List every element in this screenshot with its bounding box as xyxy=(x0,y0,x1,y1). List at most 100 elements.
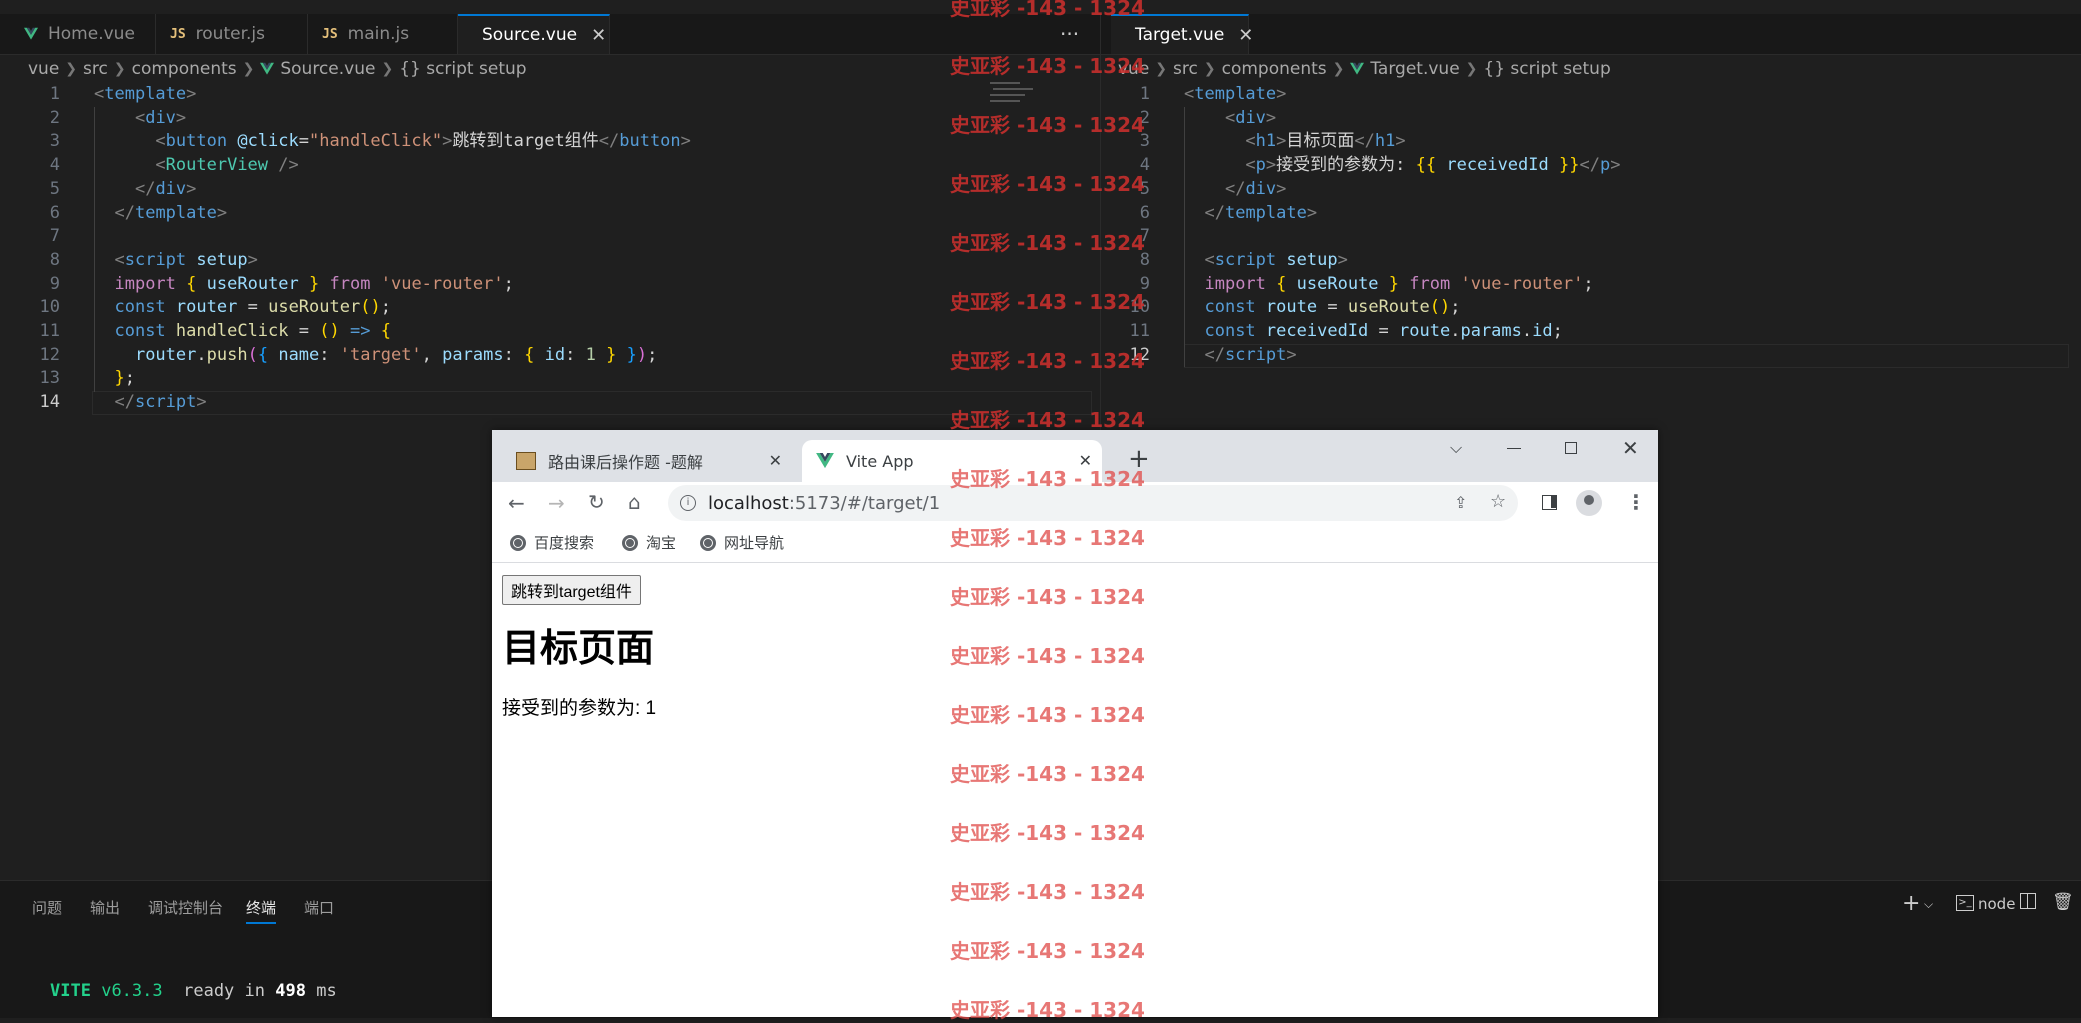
bookmark-label: 淘宝 xyxy=(646,534,677,552)
share-icon[interactable]: ⇪ xyxy=(1454,493,1467,512)
tab-router-js[interactable]: JS router.js xyxy=(156,14,308,54)
watermark: 史亚彩 -143 - 1324 xyxy=(950,585,1145,609)
tab-source-vue[interactable]: Source.vue ✕ xyxy=(458,14,610,54)
back-icon[interactable]: ← xyxy=(508,493,525,513)
vue-icon xyxy=(260,62,275,75)
line-number: 6 xyxy=(49,202,60,223)
reload-icon[interactable]: ↻ xyxy=(588,492,605,512)
globe-icon xyxy=(510,534,526,551)
code-right[interactable]: <template> <div> <h1>目标页面</h1> <p>接受到的参数… xyxy=(1184,83,1620,367)
panel-tab-problems[interactable]: 问题 xyxy=(32,897,62,918)
chevron-down-icon[interactable]: ⌵ xyxy=(1924,897,1933,912)
right-editor-tabbar: Target.vue ✕ xyxy=(1101,14,2081,55)
panel-tab-debug-console[interactable]: 调试控制台 xyxy=(148,897,223,918)
bookmark-nav[interactable]: 网址导航 xyxy=(700,532,784,553)
minimap-left[interactable] xyxy=(985,80,1045,110)
watermark: 史亚彩 -143 - 1324 xyxy=(950,172,1145,196)
forward-icon[interactable]: → xyxy=(548,493,565,513)
home-icon[interactable]: ⌂ xyxy=(628,492,641,512)
browser-tab-solution[interactable]: 路由课后操作题 -题解 ✕ xyxy=(502,440,792,482)
line-number: 12 xyxy=(39,344,60,365)
bookmark-baidu[interactable]: 百度搜索 xyxy=(510,532,594,553)
page-paragraph: 接受到的参数为: 1 xyxy=(502,698,657,719)
terminal-output[interactable]: VITE v6.3.3 ready in 498 ms xyxy=(50,981,337,1001)
chevron-right-icon: ❯ xyxy=(1465,61,1478,77)
line-number: 14 xyxy=(39,392,60,413)
jump-to-target-button[interactable]: 跳转到target组件 xyxy=(502,575,641,605)
watermark: 史亚彩 -143 - 1324 xyxy=(950,644,1145,668)
breadcrumb-item[interactable]: src xyxy=(83,59,108,79)
maximize-icon[interactable] xyxy=(1565,442,1577,454)
watermark: 史亚彩 -143 - 1324 xyxy=(950,703,1145,727)
browser-tab-label: 路由课后操作题 -题解 xyxy=(548,453,703,472)
breadcrumb-item[interactable]: components xyxy=(1222,59,1327,79)
chevron-right-icon: ❯ xyxy=(1332,61,1345,77)
left-editor-tabbar: Home.vue JS router.js JS main.js Source.… xyxy=(0,14,1100,55)
bookmark-taobao[interactable]: 淘宝 xyxy=(622,532,676,553)
vite-version: v6.3.3 xyxy=(101,981,163,1001)
line-number: 10 xyxy=(39,297,60,318)
tab-search-icon[interactable]: ⌵ xyxy=(1450,438,1462,458)
watermark: 史亚彩 -143 - 1324 xyxy=(950,349,1145,373)
tab-label: Home.vue xyxy=(48,24,135,44)
tab-label: router.js xyxy=(195,24,265,44)
breadcrumb-item[interactable]: {} script setup xyxy=(399,59,526,79)
line-number: 5 xyxy=(49,178,60,199)
ready-ms: 498 xyxy=(275,981,306,1001)
vue-icon xyxy=(1350,62,1365,75)
watermark: 史亚彩 -143 - 1324 xyxy=(950,54,1145,78)
breadcrumb-item[interactable]: src xyxy=(1173,59,1198,79)
line-number: 11 xyxy=(39,321,60,342)
panel-tab-terminal[interactable]: 终端 xyxy=(246,897,277,924)
chevron-right-icon: ❯ xyxy=(65,61,78,77)
line-number: 7 xyxy=(49,226,60,247)
breadcrumb-item[interactable]: components xyxy=(132,59,237,79)
code-left[interactable]: <template> <div> <button @click="handleC… xyxy=(94,83,691,415)
close-window-icon[interactable]: ✕ xyxy=(1622,436,1639,460)
browser-tab-label: Vite App xyxy=(846,451,914,471)
globe-icon xyxy=(622,534,638,551)
breadcrumb-item[interactable]: Target.vue xyxy=(1370,59,1459,79)
watermark: 史亚彩 -143 - 1324 xyxy=(950,821,1145,845)
side-panel-icon[interactable] xyxy=(1542,495,1557,510)
watermark: 史亚彩 -143 - 1324 xyxy=(950,939,1145,963)
terminal-name[interactable]: node xyxy=(1978,895,2015,913)
tab-label: Target.vue xyxy=(1135,25,1225,45)
watermark: 史亚彩 -143 - 1324 xyxy=(950,526,1145,550)
menu-kebab-icon[interactable]: ⋮ xyxy=(1626,492,1646,512)
js-icon: JS xyxy=(170,26,186,42)
tab-label: main.js xyxy=(347,24,410,44)
add-terminal-icon[interactable]: + xyxy=(1902,891,1920,916)
page-favicon xyxy=(516,452,536,470)
line-number: 3 xyxy=(49,131,60,152)
split-terminal-icon[interactable] xyxy=(2020,893,2036,909)
breadcrumb-item[interactable]: vue xyxy=(28,59,59,79)
line-number: 4 xyxy=(49,155,60,176)
breadcrumb-item[interactable]: {} script setup xyxy=(1483,59,1610,79)
close-icon[interactable]: ✕ xyxy=(591,25,606,46)
chevron-right-icon: ❯ xyxy=(1155,61,1168,77)
chevron-right-icon: ❯ xyxy=(113,61,126,77)
line-number: 11 xyxy=(1129,321,1150,342)
tab-home-vue[interactable]: Home.vue xyxy=(10,14,156,54)
panel-tab-ports[interactable]: 端口 xyxy=(304,897,334,918)
breadcrumb-item[interactable]: Source.vue xyxy=(280,59,375,79)
bookmark-label: 网址导航 xyxy=(724,534,785,552)
chevron-right-icon: ❯ xyxy=(242,61,255,77)
panel-tab-output[interactable]: 输出 xyxy=(90,897,120,918)
close-icon[interactable]: ✕ xyxy=(769,451,782,470)
bookmark-star-icon[interactable]: ☆ xyxy=(1490,491,1506,512)
watermark: 史亚彩 -143 - 1324 xyxy=(950,113,1145,137)
line-number: 1 xyxy=(49,84,60,104)
line-number: 1 xyxy=(1139,84,1150,104)
trash-icon[interactable]: 🗑 xyxy=(2052,892,2074,912)
info-icon[interactable]: i xyxy=(680,495,696,511)
profile-avatar-icon[interactable] xyxy=(1576,490,1602,516)
minimize-icon[interactable] xyxy=(1507,448,1521,449)
watermark: 史亚彩 -143 - 1324 xyxy=(950,408,1145,432)
bookmark-label: 百度搜索 xyxy=(534,534,595,552)
tab-main-js[interactable]: JS main.js xyxy=(308,14,458,54)
more-actions-icon[interactable]: ··· xyxy=(1060,22,1079,46)
watermark: 史亚彩 -143 - 1324 xyxy=(950,290,1145,314)
close-icon[interactable]: ✕ xyxy=(1238,25,1253,46)
